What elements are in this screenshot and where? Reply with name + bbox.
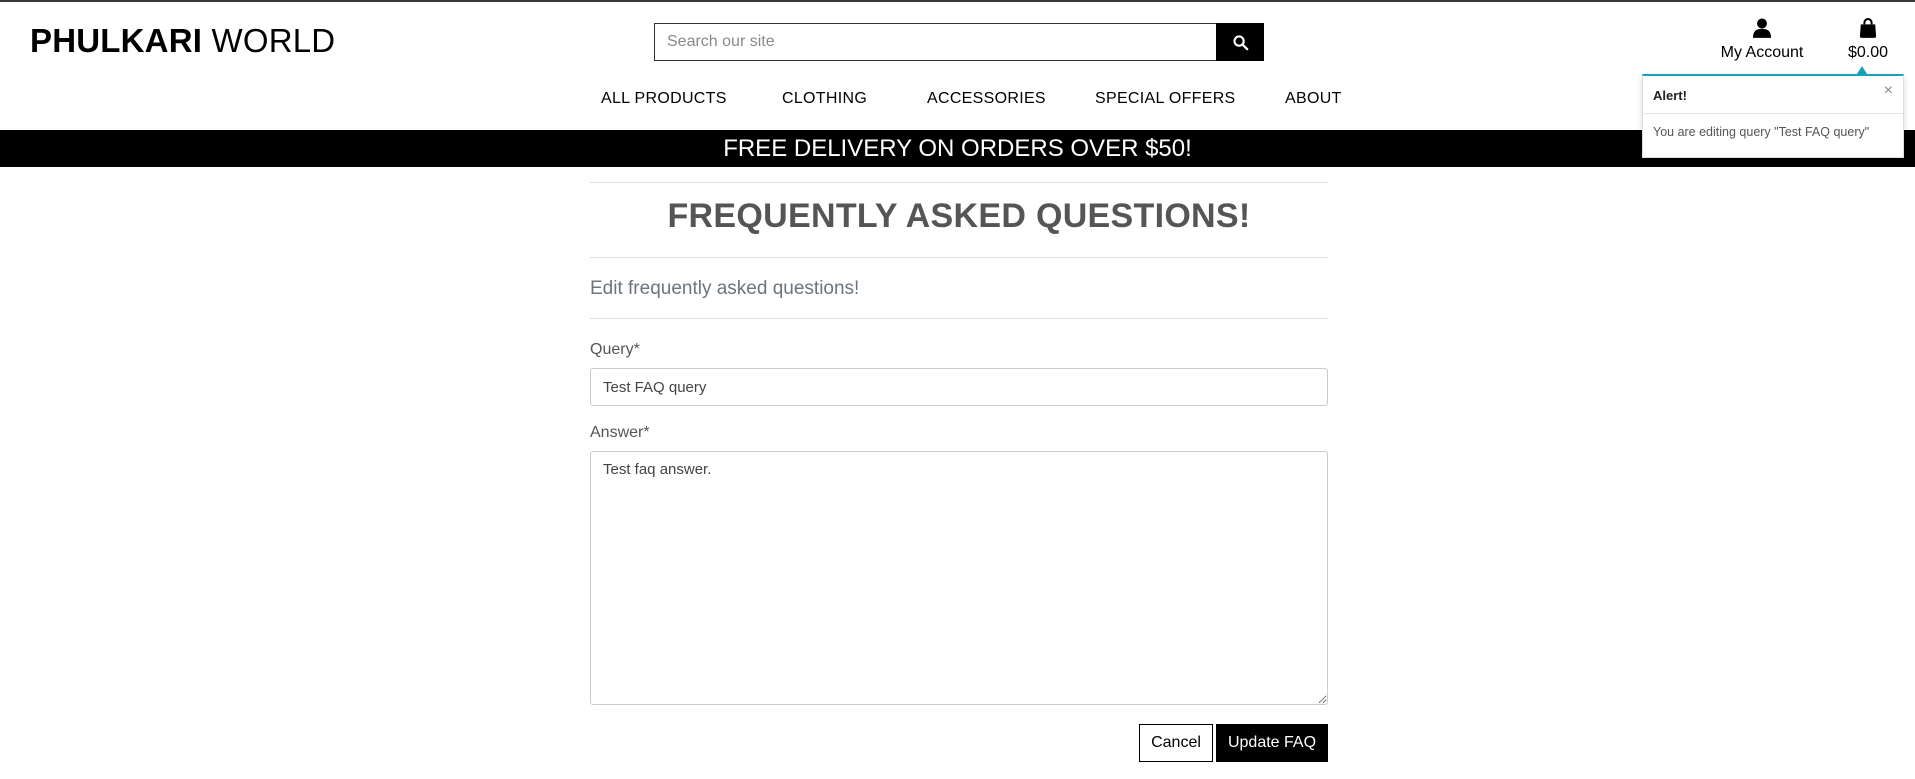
search-input[interactable]: [654, 23, 1216, 61]
bag-total: $0.00: [1847, 44, 1889, 61]
answer-label: Answer*: [590, 424, 650, 441]
cancel-button[interactable]: Cancel: [1139, 724, 1213, 762]
divider: [590, 318, 1328, 319]
nav-item-all-products[interactable]: ALL PRODUCTS: [601, 90, 727, 108]
answer-textarea[interactable]: Test faq answer.: [590, 451, 1328, 705]
my-account-link[interactable]: My Account: [1716, 18, 1808, 62]
page-subtitle: Edit frequently asked questions!: [590, 278, 860, 299]
delivery-banner: FREE DELIVERY ON ORDERS OVER $50!: [0, 130, 1915, 167]
my-account-label: My Account: [1720, 44, 1804, 61]
logo-bold-text: PHULKARI: [30, 22, 203, 59]
form-actions: Cancel Update FAQ: [590, 724, 1328, 762]
main-nav: ALL PRODUCTS CLOTHING ACCESSORIES SPECIA…: [0, 90, 1915, 114]
faq-form: Query* Answer* Test faq answer. Cancel U…: [590, 341, 1328, 762]
query-input[interactable]: [590, 368, 1328, 406]
nav-item-about[interactable]: ABOUT: [1285, 90, 1342, 108]
nav-item-special-offers[interactable]: SPECIAL OFFERS: [1095, 90, 1236, 108]
search-form: [654, 23, 1264, 61]
logo-light-text: WORLD: [202, 22, 336, 59]
update-faq-button[interactable]: Update FAQ: [1216, 724, 1328, 762]
shopping-bag-icon: [1859, 18, 1877, 38]
divider: [590, 182, 1328, 183]
toast-arrow: [1857, 66, 1867, 74]
nav-item-accessories[interactable]: ACCESSORIES: [927, 90, 1046, 108]
nav-item-clothing[interactable]: CLOTHING: [782, 90, 867, 108]
site-logo[interactable]: PHULKARI WORLD: [30, 22, 335, 60]
search-button[interactable]: [1216, 23, 1264, 61]
top-border: [0, 0, 1915, 2]
alert-toast: Alert! × You are editing query "Test FAQ…: [1642, 74, 1904, 158]
query-label: Query*: [590, 341, 640, 358]
user-icon: [1753, 18, 1771, 38]
shopping-bag-link[interactable]: $0.00: [1840, 18, 1896, 62]
toast-title: Alert!: [1643, 76, 1903, 114]
page-title: FREQUENTLY ASKED QUESTIONS!: [667, 197, 1251, 235]
search-icon: [1232, 34, 1248, 50]
faq-edit-section: FREQUENTLY ASKED QUESTIONS! Edit frequen…: [590, 182, 1328, 762]
divider: [590, 257, 1328, 258]
close-icon[interactable]: ×: [1884, 82, 1893, 100]
toast-message: You are editing query "Test FAQ query": [1653, 125, 1870, 139]
